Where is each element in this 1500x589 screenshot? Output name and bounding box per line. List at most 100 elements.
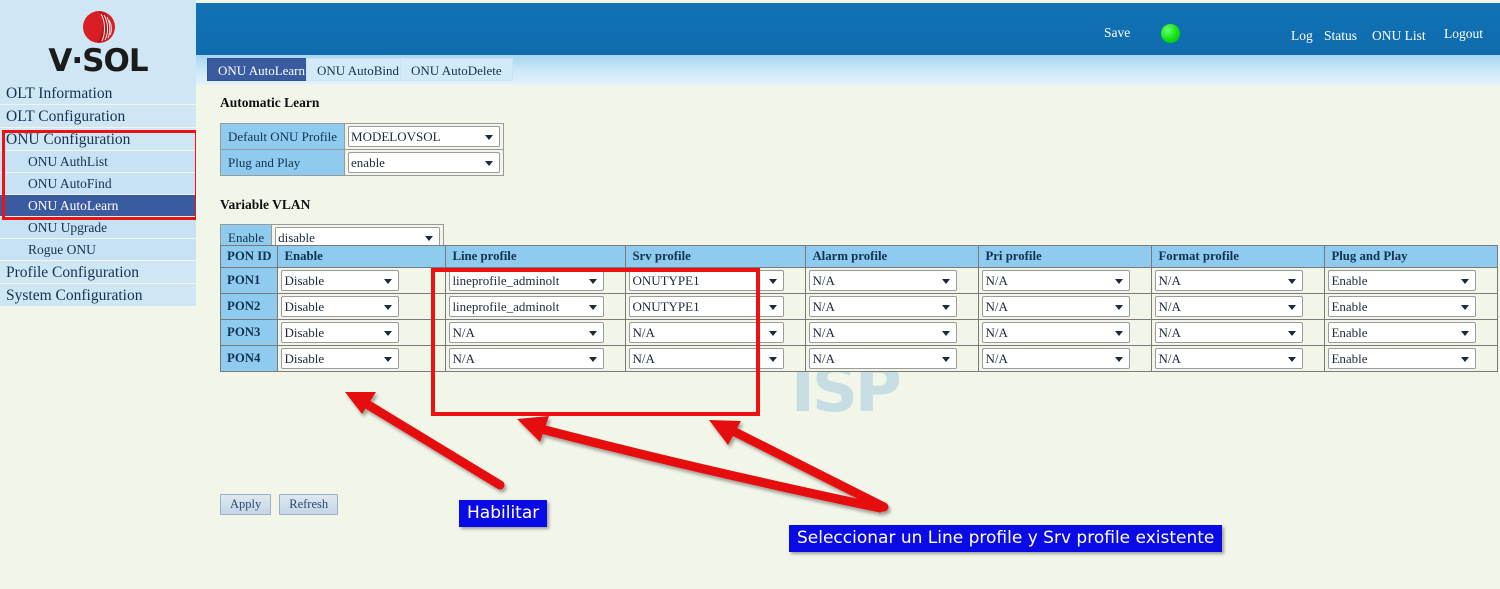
enable-select-wrap: Disable	[281, 270, 399, 291]
pon-table-body: PON1Disablelineprofile_adminoltONUTYPE1N…	[221, 268, 1497, 371]
cell-pri-profile: N/A	[979, 268, 1152, 294]
sidebar-item-olt-information[interactable]: OLT Information	[0, 82, 196, 105]
enable-select-wrap: Disable	[281, 322, 399, 343]
pon-id-cell: PON2	[221, 294, 278, 320]
sidebar-item-onu-configuration[interactable]: ONU Configuration	[0, 128, 196, 151]
sidebar-item-system-configuration[interactable]: System Configuration	[0, 284, 196, 307]
cell-enable: Disable	[278, 320, 446, 346]
alarm-profile-select-wrap: N/A	[809, 348, 957, 369]
default-onu-profile-select[interactable]: MODELOVSOL	[348, 126, 500, 147]
plug-and-play-select-wrap: Enable	[1328, 348, 1476, 369]
format-profile-select-pon1[interactable]: N/A	[1155, 270, 1303, 291]
plug-and-play-select-pon3[interactable]: Enable	[1328, 322, 1476, 343]
column-header-line-profile: Line profile	[446, 246, 626, 268]
sidebar-item-profile-configuration[interactable]: Profile Configuration	[0, 261, 196, 284]
cell-plug-and-play: Enable	[1325, 346, 1497, 371]
column-header-pri-profile: Pri profile	[979, 246, 1152, 268]
cell-format-profile: N/A	[1152, 294, 1325, 320]
plug-and-play-select-pon4[interactable]: Enable	[1328, 348, 1476, 369]
format-profile-select-wrap: N/A	[1155, 322, 1303, 343]
sidebar-nav: OLT InformationOLT ConfigurationONU Conf…	[0, 82, 196, 307]
pon-id-cell: PON4	[221, 346, 278, 371]
vsol-logo-icon	[78, 5, 120, 47]
pon-table-head: PON IDEnableLine profileSrv profileAlarm…	[221, 246, 1497, 268]
sidebar-item-onu-authlist[interactable]: ONU AuthList	[0, 151, 196, 173]
alarm-profile-select-pon2[interactable]: N/A	[809, 296, 957, 317]
cell-enable: Disable	[278, 346, 446, 371]
pon-id-cell: PON1	[221, 268, 278, 294]
format-profile-select-pon2[interactable]: N/A	[1155, 296, 1303, 317]
alarm-profile-select-pon3[interactable]: N/A	[809, 322, 957, 343]
enable-select-pon4[interactable]: Disable	[281, 348, 399, 369]
enable-select-pon3[interactable]: Disable	[281, 322, 399, 343]
plug-and-play-select-pon2[interactable]: Enable	[1328, 296, 1476, 317]
automatic-learn-form: Default ONU Profile MODELOVSOL Plug and …	[220, 123, 504, 176]
sidebar-item-onu-autofind[interactable]: ONU AutoFind	[0, 173, 196, 195]
sidebar-item-onu-upgrade[interactable]: ONU Upgrade	[0, 217, 196, 239]
pri-profile-select-pon2[interactable]: N/A	[982, 296, 1130, 317]
alarm-profile-select-wrap: N/A	[809, 322, 957, 343]
tab-bar: ONU AutoLearn ONU AutoBind ONU AutoDelet…	[196, 55, 1500, 85]
cell-enable: Disable	[278, 294, 446, 320]
tab-onu-autodelete[interactable]: ONU AutoDelete	[400, 58, 513, 81]
column-header-alarm-profile: Alarm profile	[806, 246, 979, 268]
tab-onu-autolearn[interactable]: ONU AutoLearn	[207, 58, 316, 81]
sidebar-item-olt-configuration[interactable]: OLT Configuration	[0, 105, 196, 128]
plug-and-play-select-wrap: Enable	[1328, 296, 1476, 317]
cell-format-profile: N/A	[1152, 346, 1325, 371]
column-header-plug-and-play: Plug and Play	[1325, 246, 1497, 268]
alarm-profile-select-wrap: N/A	[809, 296, 957, 317]
form-row-plug-and-play: Plug and Play enable	[221, 150, 504, 176]
main-content: Automatic Learn Default ONU Profile MODE…	[196, 85, 1500, 589]
top-header-bar: Save Log Status ONU List Logout	[196, 3, 1500, 55]
cell-pri-profile: N/A	[979, 294, 1152, 320]
pri-profile-select-wrap: N/A	[982, 322, 1130, 343]
label-plug-and-play: Plug and Play	[221, 150, 345, 176]
pri-profile-select-pon3[interactable]: N/A	[982, 322, 1130, 343]
plug-and-play-select[interactable]: enable	[348, 152, 500, 173]
enable-select-pon2[interactable]: Disable	[281, 296, 399, 317]
cell-alarm-profile: N/A	[806, 294, 979, 320]
column-header-enable: Enable	[278, 246, 446, 268]
annotation-habilitar: Habilitar	[459, 500, 547, 527]
default-onu-profile-select-wrap: MODELOVSOL	[348, 126, 500, 147]
pon-configuration-table: PON IDEnableLine profileSrv profileAlarm…	[220, 245, 1498, 372]
line-srv-profile-highlight-box	[431, 268, 760, 416]
sidebar-item-onu-autolearn[interactable]: ONU AutoLearn	[0, 195, 196, 217]
alarm-profile-select-pon1[interactable]: N/A	[809, 270, 957, 291]
pon-id-cell: PON3	[221, 320, 278, 346]
table-row: PON3DisableN/AN/AN/AN/AN/AEnable	[221, 320, 1497, 346]
header-link-onu-list[interactable]: ONU List	[1372, 28, 1426, 44]
column-header-format-profile: Format profile	[1152, 246, 1325, 268]
refresh-button[interactable]: Refresh	[279, 494, 338, 515]
cell-alarm-profile: N/A	[806, 268, 979, 294]
form-row-default-onu-profile: Default ONU Profile MODELOVSOL	[221, 124, 504, 150]
enable-select-pon1[interactable]: Disable	[281, 270, 399, 291]
action-button-row: Apply Refresh	[220, 494, 342, 515]
plug-and-play-select-wrap: enable	[348, 152, 500, 173]
pri-profile-select-pon4[interactable]: N/A	[982, 348, 1130, 369]
annotation-seleccionar: Seleccionar un Line profile y Srv profil…	[789, 525, 1222, 552]
tab-onu-autobind[interactable]: ONU AutoBind	[306, 58, 410, 81]
header-link-log[interactable]: Log	[1291, 28, 1313, 44]
plug-and-play-select-pon1[interactable]: Enable	[1328, 270, 1476, 291]
pri-profile-select-wrap: N/A	[982, 270, 1130, 291]
variable-vlan-title: Variable VLAN	[220, 197, 310, 213]
format-profile-select-wrap: N/A	[1155, 296, 1303, 317]
cell-plug-and-play: Enable	[1325, 268, 1497, 294]
apply-button[interactable]: Apply	[220, 494, 271, 515]
sidebar-item-rogue-onu[interactable]: Rogue ONU	[0, 239, 196, 261]
format-profile-select-pon4[interactable]: N/A	[1155, 348, 1303, 369]
cell-enable: Disable	[278, 268, 446, 294]
pri-profile-select-wrap: N/A	[982, 348, 1130, 369]
cell-format-profile: N/A	[1152, 320, 1325, 346]
cell-format-profile: N/A	[1152, 268, 1325, 294]
save-button[interactable]: Save	[1104, 25, 1130, 41]
pri-profile-select-pon1[interactable]: N/A	[982, 270, 1130, 291]
logout-button[interactable]: Logout	[1444, 26, 1483, 42]
pri-profile-select-wrap: N/A	[982, 296, 1130, 317]
alarm-profile-select-pon4[interactable]: N/A	[809, 348, 957, 369]
column-header-srv-profile: Srv profile	[626, 246, 806, 268]
header-link-status[interactable]: Status	[1324, 28, 1357, 44]
format-profile-select-pon3[interactable]: N/A	[1155, 322, 1303, 343]
